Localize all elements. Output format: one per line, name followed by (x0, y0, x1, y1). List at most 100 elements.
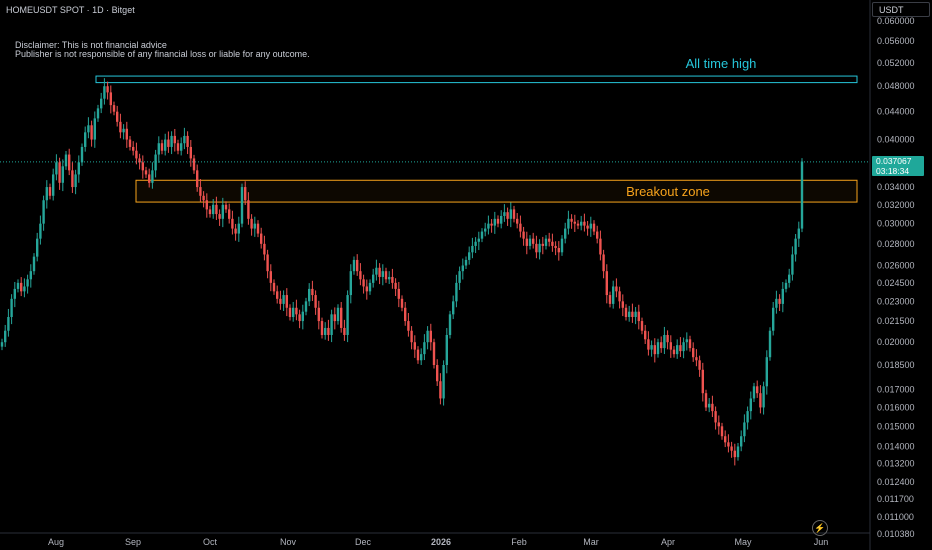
candle-body (458, 271, 461, 283)
candle-body (788, 274, 791, 283)
candle-body (720, 426, 724, 437)
candle-body (52, 174, 55, 196)
candle-body (586, 225, 589, 229)
candle-body (749, 398, 752, 412)
candle-body (784, 282, 788, 289)
ath-label: All time high (686, 56, 757, 71)
candle-body (167, 139, 170, 147)
candle-body (618, 291, 621, 302)
candle-body (730, 446, 733, 451)
candle-body (237, 223, 240, 234)
candle-body (157, 143, 160, 155)
y-tick-label: 0.040000 (877, 135, 915, 145)
candle-body (292, 307, 295, 318)
candle-body (717, 422, 720, 427)
candle-body (42, 200, 45, 224)
candle-body (260, 233, 263, 244)
candle-body (461, 265, 464, 272)
candle-body (589, 223, 592, 229)
candle-body (410, 330, 413, 343)
candle-body (685, 339, 688, 343)
candle-body (500, 215, 503, 224)
candle-body (650, 345, 653, 350)
y-tick-label: 0.017000 (877, 385, 915, 395)
candle-body (346, 295, 349, 335)
candle-body (612, 286, 615, 304)
candle-body (397, 288, 400, 299)
candle-body (87, 125, 90, 133)
candle-body (256, 223, 260, 234)
candle-body (381, 271, 384, 277)
axis-layer: 0.0600000.0560000.0520000.0480000.044000… (48, 16, 915, 547)
candle-body (16, 282, 20, 289)
candle-body (404, 307, 407, 322)
candle-body (621, 301, 624, 308)
candle-body (199, 187, 202, 196)
candle-body (333, 314, 336, 322)
candle-body (74, 174, 77, 188)
candle-body (324, 327, 327, 335)
candle-body (660, 342, 663, 349)
candle-body (519, 223, 522, 232)
candle-body (429, 330, 432, 343)
candle-body (208, 209, 212, 215)
disclaimer-line-2: Publisher is not responsible of any fina… (15, 49, 310, 59)
candle-body (778, 298, 781, 304)
candle-body (484, 228, 487, 232)
candle-body (512, 209, 516, 219)
candle-body (576, 223, 580, 226)
candle-body (148, 174, 151, 183)
candle-body (768, 330, 772, 358)
candle-body (228, 209, 231, 219)
x-tick-label: Mar (583, 537, 599, 547)
candle-body (317, 307, 320, 322)
candle-body (375, 267, 378, 275)
candle-body (269, 271, 272, 283)
candle-body (528, 238, 532, 246)
candle-body (656, 342, 660, 355)
candle-body (23, 286, 26, 292)
x-tick-label: Feb (511, 537, 527, 547)
candle-body (266, 254, 269, 272)
candle-body (90, 125, 93, 140)
y-tick-label: 0.056000 (877, 36, 915, 46)
candle-body (704, 393, 708, 408)
candle-body (356, 259, 359, 272)
candle-body (173, 135, 176, 144)
candle-body (164, 139, 167, 151)
candle-body (407, 321, 410, 331)
candle-body (68, 154, 71, 171)
y-tick-label: 0.014000 (877, 441, 915, 451)
candle-body (100, 98, 103, 109)
candle-body (631, 311, 634, 318)
candle-body (212, 204, 215, 215)
candle-body (538, 243, 541, 253)
candle-body (112, 105, 116, 112)
candle-body (797, 228, 800, 239)
lightning-icon[interactable]: ⚡ (812, 520, 828, 536)
candle-body (189, 146, 192, 159)
candle-body (26, 279, 29, 287)
x-tick-label: Oct (203, 537, 218, 547)
candle-body (80, 146, 84, 163)
candle-body (711, 403, 714, 412)
candle-body (13, 288, 16, 299)
y-tick-label: 0.012400 (877, 477, 915, 487)
y-tick-label: 0.011700 (877, 494, 914, 504)
candle-body (144, 170, 148, 175)
symbol-header: HOMEUSDT SPOT · 1D · Bitget (6, 5, 135, 15)
price-chart[interactable]: All time highBreakout zone 0.0600000.056… (0, 0, 932, 550)
currency-button[interactable]: USDT (872, 2, 930, 17)
candle-body (560, 238, 564, 253)
candle-body (474, 241, 477, 246)
candle-body (663, 334, 666, 349)
candle-body (752, 386, 756, 399)
candle-body (682, 342, 685, 352)
candle-body (96, 108, 100, 119)
candle-body (192, 158, 196, 171)
candle-body (349, 271, 352, 296)
candle-body (596, 231, 599, 239)
candle-body (221, 204, 224, 219)
candle-body (432, 342, 436, 366)
candle-body (688, 339, 692, 349)
